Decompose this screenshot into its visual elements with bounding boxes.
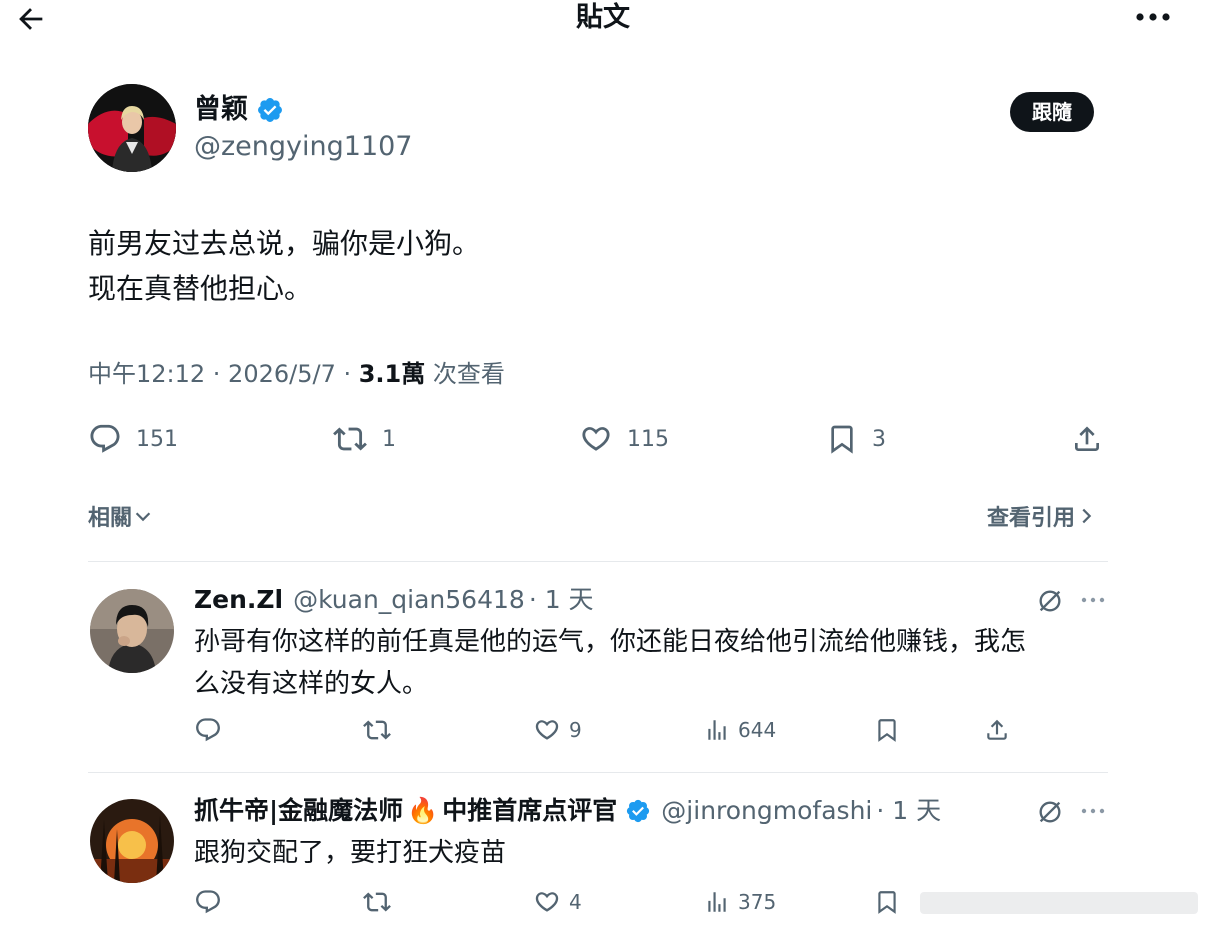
- repost-icon: [362, 716, 392, 744]
- reply-header: 抓牛帝|金融魔法师 🔥 中推首席点评官 @jinrongmofashi · 1 …: [194, 794, 941, 828]
- tweet-text-line: 前男友过去总说，骗你是小狗。: [88, 227, 481, 260]
- reply-like-count: 4: [569, 890, 582, 914]
- like-count: 115: [627, 426, 669, 452]
- verified-badge-icon: [625, 798, 651, 824]
- reply-author-handle[interactable]: @kuan_qian56418: [293, 583, 525, 617]
- watermark: [920, 886, 1198, 920]
- reply-share-button[interactable]: [984, 716, 1018, 744]
- chat-bubble-icon: [88, 422, 122, 456]
- verified-badge-icon: [256, 96, 284, 124]
- reply-header: Zen.Zl @kuan_qian56418 · 1 天: [194, 583, 594, 617]
- reply-author-handle[interactable]: @jinrongmofashi: [661, 794, 872, 828]
- repost-icon: [362, 888, 392, 916]
- reply-views-button[interactable]: 375: [704, 888, 776, 916]
- reply-text: 跟狗交配了，要打狂犬疫苗: [194, 838, 507, 868]
- divider: [88, 561, 1108, 562]
- heart-icon: [579, 422, 613, 456]
- reply-avatar[interactable]: [90, 589, 174, 673]
- bar-chart-icon: [704, 888, 730, 916]
- reply-timestamp[interactable]: · 1 天: [876, 794, 941, 828]
- repost-count: 1: [382, 426, 396, 452]
- share-up-arrow-icon: [1071, 422, 1103, 456]
- share-button[interactable]: [1071, 422, 1117, 456]
- tweet-timestamp[interactable]: 中午12:12 · 2026/5/7 ·: [88, 360, 359, 388]
- reply-like-button[interactable]: 9: [533, 716, 582, 744]
- back-button[interactable]: [14, 2, 48, 36]
- reply-view-count: 375: [738, 890, 777, 914]
- reply-view-count: 644: [738, 718, 777, 742]
- related-dropdown[interactable]: 相關: [88, 500, 154, 532]
- heart-icon: [533, 888, 561, 916]
- reply-more-icon[interactable]: [1080, 801, 1106, 821]
- bookmark-icon: [826, 422, 858, 456]
- reply-more-icon[interactable]: [1080, 590, 1106, 610]
- like-button[interactable]: 115: [579, 422, 669, 456]
- reply-text-line: 么没有这样的女人。: [194, 669, 429, 699]
- reply-count: 151: [136, 426, 178, 452]
- bookmark-icon: [874, 716, 900, 744]
- reply-repost-button[interactable]: [362, 716, 400, 744]
- grok-slash-circle-icon[interactable]: [1036, 798, 1064, 826]
- reply-bookmark-button[interactable]: [874, 888, 908, 916]
- reply-timestamp[interactable]: · 1 天: [529, 583, 594, 617]
- reply-views-button[interactable]: 644: [704, 716, 776, 744]
- reply-like-count: 9: [569, 718, 582, 742]
- page-title: 貼文: [576, 2, 630, 33]
- repost-icon: [332, 422, 368, 456]
- reply-text-line: 孙哥有你这样的前任真是他的运气，你还能日夜给他引流给他赚钱，我怎: [194, 627, 1027, 657]
- tweet-text-line: 现在真替他担心。: [88, 272, 313, 305]
- share-up-arrow-icon: [984, 716, 1010, 744]
- reply-like-button[interactable]: 4: [533, 888, 582, 916]
- chevron-right-icon: [1075, 505, 1097, 527]
- reply-text: 孙哥有你这样的前任真是他的运气，你还能日夜给他引流给他赚钱，我怎 么没有这样的女…: [194, 621, 1114, 705]
- fire-emoji-icon: 🔥: [407, 796, 439, 825]
- reply-button[interactable]: 151: [88, 422, 178, 456]
- more-options-button[interactable]: [1133, 4, 1173, 30]
- reply-author-name-suffix[interactable]: 中推首席点评官: [442, 794, 617, 828]
- divider: [88, 772, 1108, 773]
- author-name[interactable]: 曾颖: [194, 92, 248, 128]
- bookmark-icon: [874, 888, 900, 916]
- author-handle[interactable]: @zengying1107: [194, 129, 412, 165]
- grok-slash-circle-icon[interactable]: [1036, 587, 1064, 615]
- view-count-suffix: 次查看: [425, 360, 505, 388]
- related-label: 相關: [88, 506, 133, 531]
- view-quotes-link[interactable]: 查看引用: [987, 500, 1097, 532]
- bookmark-count: 3: [872, 426, 886, 452]
- view-count: 3.1萬: [358, 360, 426, 388]
- chat-bubble-icon: [194, 888, 222, 916]
- author-avatar[interactable]: [88, 84, 176, 172]
- reply-reply-button[interactable]: [194, 716, 230, 744]
- bookmark-button[interactable]: 3: [826, 422, 886, 456]
- heart-icon: [533, 716, 561, 744]
- tweet-meta: 中午12:12 · 2026/5/7 · 3.1萬 次查看: [88, 356, 505, 392]
- arrow-left-icon: [19, 8, 43, 30]
- reply-avatar[interactable]: [90, 799, 174, 883]
- follow-button[interactable]: 跟隨: [1010, 92, 1094, 132]
- reply-reply-button[interactable]: [194, 888, 230, 916]
- view-quotes-label: 查看引用: [987, 506, 1076, 531]
- reply-author-name[interactable]: 抓牛帝|金融魔法师: [194, 794, 403, 828]
- repost-button[interactable]: 1: [332, 422, 396, 456]
- chat-bubble-icon: [194, 716, 222, 744]
- chevron-down-icon: [132, 505, 154, 527]
- reply-repost-button[interactable]: [362, 888, 400, 916]
- bar-chart-icon: [704, 716, 730, 744]
- more-horizontal-icon: [1136, 13, 1170, 21]
- reply-bookmark-button[interactable]: [874, 716, 908, 744]
- reply-author-name[interactable]: Zen.Zl: [194, 583, 283, 617]
